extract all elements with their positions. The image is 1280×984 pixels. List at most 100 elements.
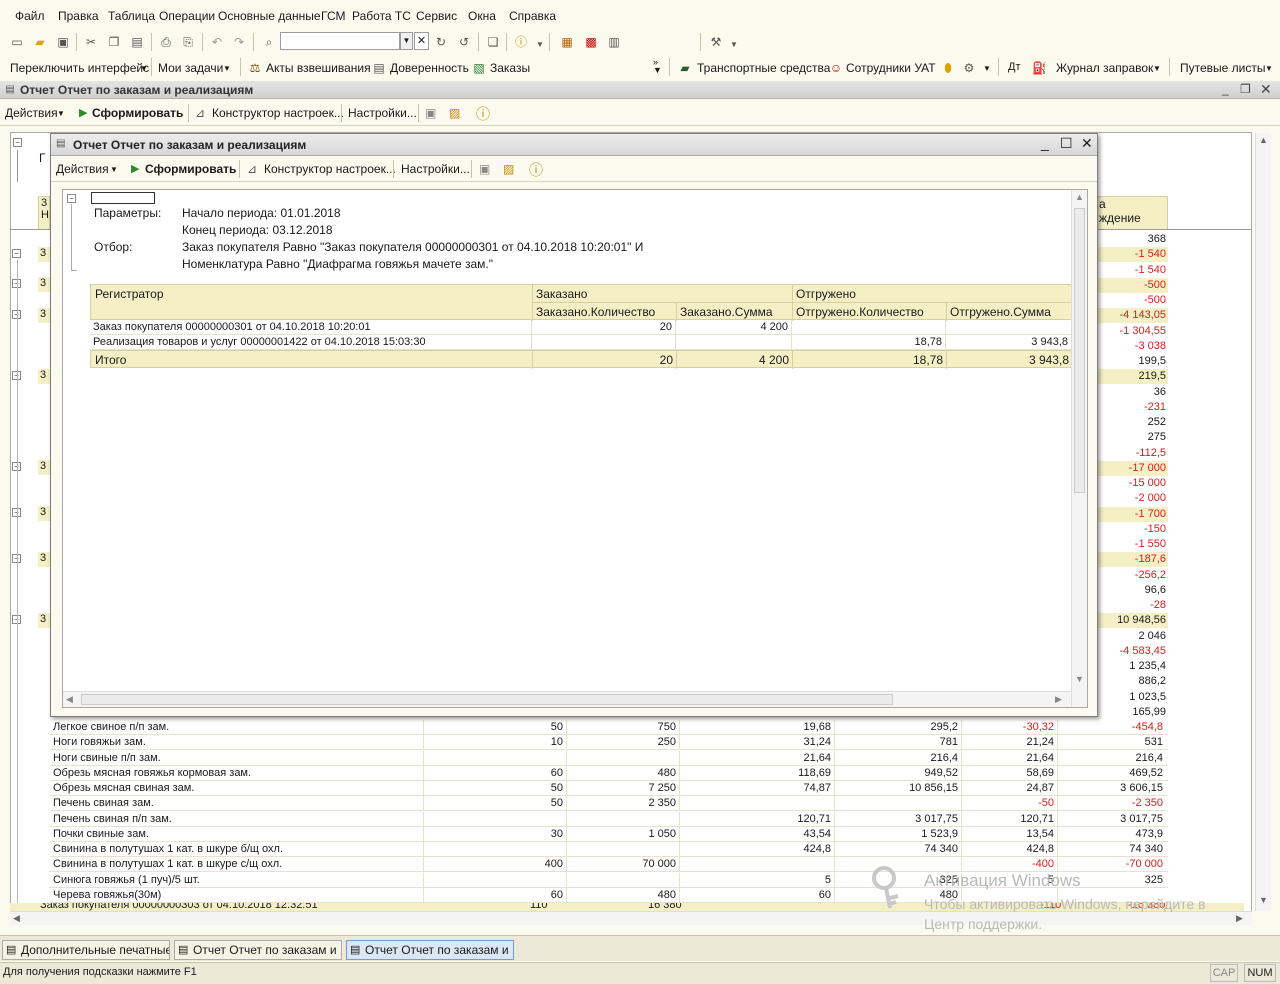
- cell-s: 480: [657, 888, 676, 901]
- menu-windows[interactable]: Окна: [468, 9, 496, 23]
- gear-icon[interactable]: ⚙: [962, 61, 976, 75]
- tree-toggle[interactable]: −: [12, 249, 21, 258]
- save-settings-icon[interactable]: ▣: [425, 106, 436, 120]
- print-preview-icon[interactable]: ⎘: [181, 35, 195, 49]
- actions-menu[interactable]: Действия: [5, 106, 58, 120]
- search-input[interactable]: [280, 32, 400, 50]
- open-folder-icon[interactable]: ▰: [33, 35, 47, 49]
- settings-button[interactable]: Настройки...: [348, 106, 417, 120]
- new-document-icon[interactable]: ▭: [10, 35, 24, 49]
- menu-fuel[interactable]: ГСМ: [321, 9, 346, 23]
- close-icon[interactable]: ✕: [1260, 81, 1272, 98]
- menu-master-data[interactable]: Основные данные: [218, 9, 321, 23]
- cell-ss: 781: [939, 736, 958, 749]
- print-icon[interactable]: ⎙: [159, 35, 173, 49]
- chevron-down-icon[interactable]: ▼: [140, 64, 148, 73]
- help-icon[interactable]: ⓘ: [529, 160, 543, 180]
- left-header-cell: 3 Н: [38, 196, 50, 230]
- restore-icon[interactable]: ❐: [1240, 82, 1251, 96]
- scroll-right-icon[interactable]: ▶: [1055, 694, 1062, 705]
- table-row: Заказ покупателя 00000000301 от 04.10.20…: [90, 320, 1072, 335]
- cut-icon[interactable]: ✂: [84, 35, 98, 49]
- task-report-1[interactable]: ▤ Отчет Отчет по заказам и ...: [174, 940, 342, 960]
- tree-toggle[interactable]: −: [67, 194, 76, 203]
- cell-name: Ноги говяжьи зам.: [53, 736, 146, 749]
- proxy-button[interactable]: Доверенность: [390, 61, 469, 75]
- calculator-icon[interactable]: ▦: [560, 35, 574, 49]
- scroll-left-icon[interactable]: ◀: [66, 694, 73, 705]
- report-window-title: Отчет Отчет по заказам и реализациям: [73, 138, 307, 152]
- hscroll-thumb[interactable]: [81, 694, 893, 705]
- generate-button[interactable]: Сформировать: [92, 106, 183, 120]
- background-hscrollbar[interactable]: ◀ ▶: [10, 911, 1252, 925]
- scroll-up-icon[interactable]: ▲: [1075, 192, 1084, 202]
- waybills-button[interactable]: Путевые листы: [1180, 61, 1266, 75]
- info-icon[interactable]: ⓘ: [514, 35, 528, 49]
- scroll-up-icon[interactable]: ▲: [1259, 135, 1268, 145]
- cell-dq: -400: [1031, 858, 1054, 871]
- task-print-forms[interactable]: ▤ Дополнительные печатные...: [2, 940, 170, 960]
- chevron-down-icon[interactable]: ▼: [223, 64, 231, 73]
- save-settings-icon[interactable]: ▣: [479, 162, 490, 176]
- find-next-icon[interactable]: ↻: [434, 35, 448, 49]
- background-vscrollbar[interactable]: ▲ ▼: [1255, 133, 1271, 911]
- clear-search-icon[interactable]: ✕: [414, 32, 429, 50]
- debit-button[interactable]: Дт: [1008, 61, 1021, 73]
- report-hscrollbar[interactable]: ◀ ▶: [63, 691, 1071, 707]
- load-settings-icon[interactable]: ▨: [503, 162, 514, 176]
- chevron-down-icon[interactable]: ▼: [1153, 64, 1161, 73]
- redo-icon[interactable]: ↷: [232, 35, 246, 49]
- close-icon[interactable]: ✕: [1081, 135, 1093, 152]
- menu-vehicle-work[interactable]: Работа ТС: [352, 9, 411, 23]
- chevron-down-icon[interactable]: ▼: [727, 38, 741, 52]
- windows-icon[interactable]: ❏: [486, 35, 500, 49]
- chevron-down-icon[interactable]: ▼: [983, 64, 991, 73]
- chevron-down-icon[interactable]: ▼: [400, 32, 413, 50]
- my-tasks-button[interactable]: Мои задачи: [158, 61, 223, 75]
- fuel-log-button[interactable]: Журнал заправок: [1056, 61, 1153, 75]
- switch-interface-button[interactable]: Переключить интерфейс: [10, 61, 149, 75]
- orders-button[interactable]: Заказы: [490, 61, 530, 75]
- help-icon[interactable]: ⓘ: [476, 104, 490, 124]
- transport-button[interactable]: Транспортные средства: [697, 61, 830, 75]
- tree-toggle[interactable]: −: [13, 138, 22, 147]
- cell-ds: 531: [1144, 736, 1163, 749]
- menu-service[interactable]: Сервис: [416, 9, 457, 23]
- calendar-icon[interactable]: ▩: [584, 35, 598, 49]
- scroll-thumb[interactable]: [1074, 208, 1085, 493]
- actions-menu[interactable]: Действия: [56, 162, 109, 176]
- table-icon[interactable]: ▥: [607, 35, 621, 49]
- menu-help[interactable]: Справка: [509, 9, 556, 23]
- scroll-down-icon[interactable]: ▼: [1259, 895, 1268, 905]
- staff-button[interactable]: Сотрудники УАТ: [846, 61, 936, 75]
- minimize-icon[interactable]: _: [1222, 82, 1229, 96]
- generate-button[interactable]: Сформировать: [145, 162, 236, 176]
- settings-button[interactable]: Настройки...: [401, 162, 470, 176]
- scroll-down-icon[interactable]: ▼: [1075, 674, 1084, 684]
- menu-operations[interactable]: Операции: [159, 9, 215, 23]
- undo-icon[interactable]: ↶: [210, 35, 224, 49]
- task-report-2[interactable]: ▤ Отчет Отчет по заказам и ...: [346, 940, 514, 960]
- menu-file[interactable]: Файл: [15, 9, 45, 23]
- load-settings-icon[interactable]: ▨: [449, 106, 460, 120]
- scroll-left-icon[interactable]: ◀: [13, 913, 20, 924]
- maximize-icon[interactable]: ☐: [1060, 135, 1073, 152]
- menu-edit[interactable]: Правка: [58, 9, 99, 23]
- report-vscrollbar[interactable]: ▲ ▼: [1071, 190, 1087, 707]
- search-icon[interactable]: ⌕: [262, 35, 276, 49]
- scroll-right-icon[interactable]: ▶: [1236, 913, 1243, 924]
- save-icon[interactable]: ▣: [56, 35, 70, 49]
- constructor-button[interactable]: Конструктор настроек...: [264, 162, 396, 176]
- minimize-icon[interactable]: _: [1041, 135, 1049, 151]
- constructor-button[interactable]: Конструктор настроек...: [212, 106, 344, 120]
- weighing-acts-button[interactable]: Акты взвешивания: [266, 61, 371, 75]
- menu-table[interactable]: Таблица: [108, 9, 155, 23]
- overflow-chevron-icon[interactable]: » ▼: [653, 58, 662, 75]
- chevron-down-icon[interactable]: ▼: [533, 38, 547, 52]
- copy-icon[interactable]: ❐: [107, 35, 121, 49]
- paste-icon[interactable]: ▤: [130, 35, 144, 49]
- chevron-down-icon[interactable]: ▼: [1265, 64, 1273, 73]
- find-prev-icon[interactable]: ↺: [457, 35, 471, 49]
- tools-icon[interactable]: ⚒: [709, 35, 723, 49]
- cell-q: 60: [550, 888, 563, 901]
